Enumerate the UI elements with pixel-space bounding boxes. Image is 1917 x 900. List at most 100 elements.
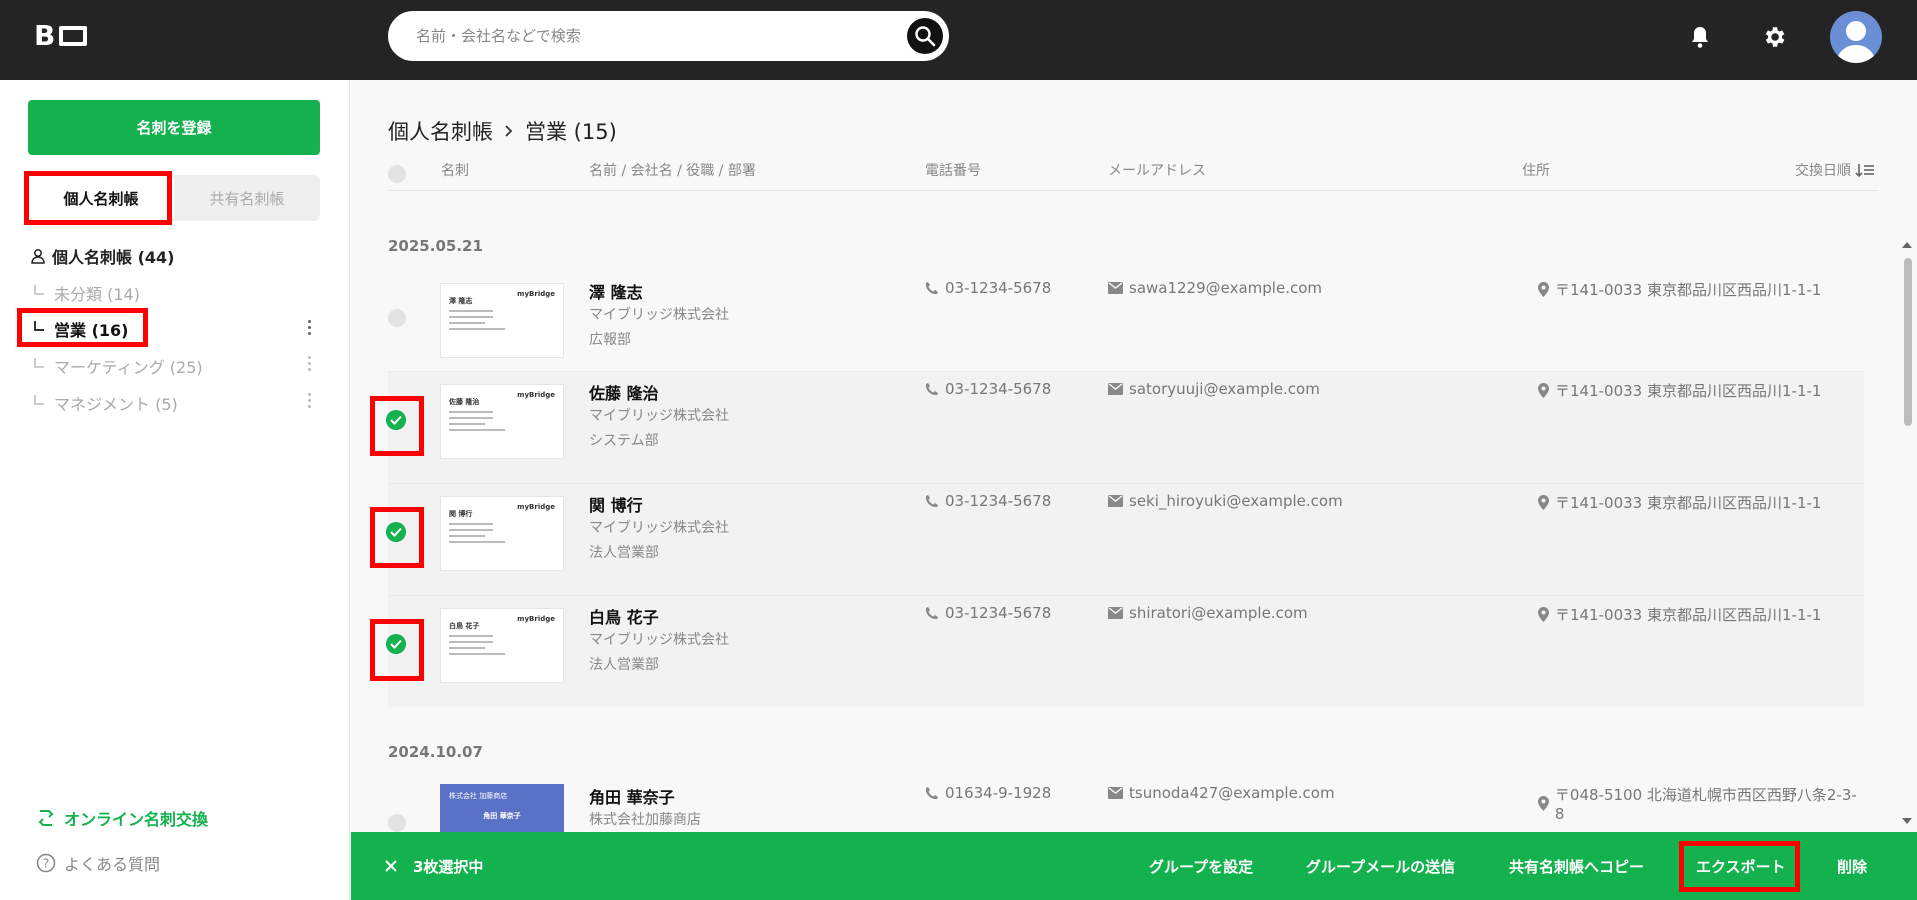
search-button[interactable]: [907, 18, 943, 54]
group-label: マーケティング (25): [54, 358, 203, 377]
tree-branch-icon: [34, 395, 44, 405]
group-item-sales[interactable]: 営業 (16): [34, 317, 128, 341]
contact-phone: 03-1234-5678: [925, 604, 1051, 622]
card-thumbnail[interactable]: myBridge 澤 隆志: [440, 283, 564, 358]
mail-icon: [1108, 787, 1123, 799]
chevron-right-icon: [505, 125, 513, 137]
tab-shared-book[interactable]: 共有名刺帳: [174, 175, 320, 221]
online-exchange-label: オンライン名刺交換: [64, 810, 209, 829]
check-icon: [390, 527, 402, 537]
location-pin-icon: [1538, 282, 1549, 297]
group-menu-icon[interactable]: [308, 356, 312, 371]
phone-icon: [925, 495, 938, 508]
phone-icon: [925, 282, 938, 295]
phone-icon: [925, 383, 938, 396]
set-group-button[interactable]: グループを設定: [1149, 856, 1253, 877]
contact-dept: 法人営業部: [589, 657, 659, 673]
sort-icon: [1855, 164, 1874, 178]
card-thumbnail[interactable]: myBridge 関 博行: [440, 496, 564, 571]
address-text: 〒141-0033 東京都品川区西品川1-1-1: [1555, 281, 1822, 299]
top-bar: B: [0, 0, 1917, 80]
book-switch: 個人名刺帳 共有名刺帳: [28, 175, 320, 221]
export-button[interactable]: エクスポート: [1696, 856, 1786, 877]
search-input[interactable]: [416, 23, 876, 49]
card-row[interactable]: myBridge 澤 隆志 澤 隆志 マイブリッジ株式会社 広報部 03-123…: [388, 271, 1864, 383]
group-label: 未分類 (14): [54, 285, 140, 304]
sidebar: 名刺を登録 個人名刺帳 共有名刺帳 個人名刺帳 (44) 未分類 (14) 営業…: [0, 80, 350, 900]
group-item-unsorted[interactable]: 未分類 (14): [34, 281, 140, 305]
group-item-marketing[interactable]: マーケティング (25): [34, 354, 203, 378]
location-pin-icon: [1538, 495, 1549, 510]
contact-company: マイブリッジ株式会社: [589, 520, 729, 536]
delete-button[interactable]: 削除: [1837, 856, 1867, 877]
selection-action-bar: 3枚選択中 グループを設定 グループメールの送信 共有名刺帳へコピー エクスポー…: [351, 832, 1917, 900]
header-divider: [388, 190, 1878, 191]
row-checkbox-checked[interactable]: [386, 634, 406, 654]
sort-exchange-date[interactable]: 交換日順: [1795, 160, 1875, 180]
clear-selection-button[interactable]: [381, 856, 401, 876]
contact-name[interactable]: 角田 華奈子: [589, 784, 675, 808]
card-thumbnail[interactable]: myBridge 佐藤 隆治: [440, 384, 564, 459]
tree-branch-icon: [34, 358, 44, 368]
svg-text:?: ?: [43, 857, 49, 871]
group-mail-button[interactable]: グループメールの送信: [1306, 856, 1455, 877]
contact-name[interactable]: 佐藤 隆治: [589, 380, 659, 404]
faq-label: よくある質問: [64, 855, 161, 874]
group-menu-icon[interactable]: [308, 320, 312, 335]
mail-icon: [1108, 383, 1123, 395]
address-text: 〒141-0033 東京都品川区西品川1-1-1: [1555, 494, 1822, 512]
contact-phone: 03-1234-5678: [925, 380, 1051, 398]
tree-root-label: 個人名刺帳 (44): [52, 248, 175, 267]
card-thumbnail[interactable]: myBridge 白鳥 花子: [440, 608, 564, 683]
close-icon: [385, 860, 397, 872]
settings-button[interactable]: [1757, 20, 1791, 54]
mail-icon: [1108, 495, 1123, 507]
copy-to-shared-button[interactable]: 共有名刺帳へコピー: [1509, 856, 1644, 877]
card-row[interactable]: myBridge 白鳥 花子 白鳥 花子 マイブリッジ株式会社 法人営業部 03…: [386, 595, 1864, 707]
column-email: メールアドレス: [1108, 163, 1206, 179]
row-checkbox[interactable]: [388, 309, 406, 327]
card-thumbnail[interactable]: 株式会社 加藤商店 角田 華奈子: [440, 784, 564, 832]
card-row[interactable]: myBridge 関 博行 関 博行 マイブリッジ株式会社 法人営業部 03-1…: [386, 483, 1864, 595]
phone-text: 03-1234-5678: [945, 279, 1052, 297]
contact-company: マイブリッジ株式会社: [589, 408, 729, 424]
register-card-button[interactable]: 名刺を登録: [28, 100, 320, 155]
card-row[interactable]: myBridge 佐藤 隆治 佐藤 隆治 マイブリッジ株式会社 システム部 03…: [386, 371, 1864, 483]
address-text: 〒141-0033 東京都品川区西品川1-1-1: [1555, 606, 1822, 624]
column-card: 名刺: [441, 163, 469, 179]
card-brand: myBridge: [517, 391, 555, 399]
notification-button[interactable]: [1683, 20, 1717, 54]
contact-dept: システム部: [589, 433, 659, 449]
mail-icon: [1108, 282, 1123, 294]
column-address: 住所: [1522, 163, 1550, 179]
tree-root-personal[interactable]: 個人名刺帳 (44): [30, 244, 174, 268]
contact-phone: 01634-9-1928: [925, 784, 1051, 802]
contact-name[interactable]: 澤 隆志: [589, 279, 643, 303]
contact-company: 株式会社加藤商店: [589, 812, 701, 828]
card-row[interactable]: 株式会社 加藤商店 角田 華奈子 角田 華奈子 株式会社加藤商店 01634-9…: [388, 776, 1864, 832]
app-logo[interactable]: B: [34, 22, 98, 50]
exchange-icon: [38, 810, 54, 826]
tab-personal-book[interactable]: 個人名刺帳: [28, 175, 174, 221]
scrollbar-thumb[interactable]: [1904, 258, 1912, 426]
card-brand: myBridge: [517, 290, 555, 298]
contact-name[interactable]: 白鳥 花子: [589, 604, 659, 628]
select-all-checkbox[interactable]: [388, 165, 406, 183]
group-menu-icon[interactable]: [308, 393, 312, 408]
user-avatar[interactable]: [1830, 11, 1882, 63]
phone-text: 01634-9-1928: [945, 784, 1052, 802]
row-checkbox-checked[interactable]: [386, 522, 406, 542]
mail-icon: [1108, 607, 1123, 619]
online-exchange-link[interactable]: オンライン名刺交換: [36, 806, 208, 830]
card-brand: 株式会社 加藤商店: [449, 792, 508, 800]
row-checkbox[interactable]: [388, 814, 406, 832]
check-icon: [390, 415, 402, 425]
breadcrumb-root[interactable]: 個人名刺帳: [388, 116, 493, 146]
email-text: satoryuuji@example.com: [1129, 380, 1320, 398]
group-item-management[interactable]: マネジメント (5): [34, 391, 178, 415]
contact-name[interactable]: 関 博行: [589, 492, 643, 516]
location-pin-icon: [1538, 796, 1549, 811]
faq-link[interactable]: ? よくある質問: [36, 851, 160, 875]
row-checkbox-checked[interactable]: [386, 410, 406, 430]
email-text: sawa1229@example.com: [1129, 279, 1323, 297]
